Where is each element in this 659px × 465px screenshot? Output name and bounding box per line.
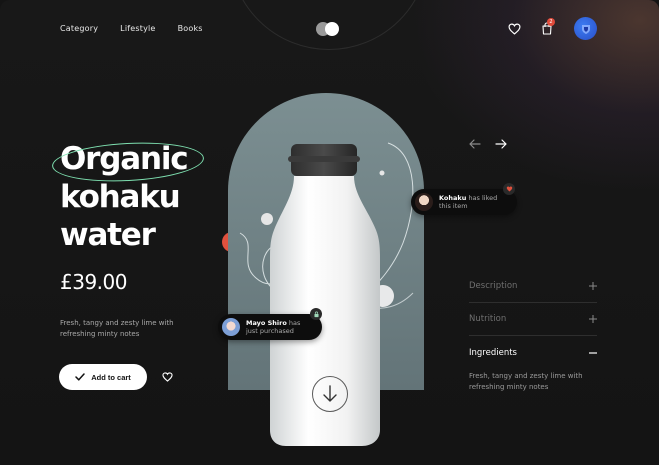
- bag-small-icon: [313, 311, 319, 317]
- accordion-description[interactable]: Description: [469, 270, 597, 303]
- plus-icon: [589, 282, 597, 290]
- avatar-kohaku: [415, 193, 433, 211]
- avatar-shield-icon: [581, 24, 590, 34]
- title-line-kohaku: kohaku: [60, 179, 181, 215]
- purchase-badge: [310, 308, 322, 320]
- heart-icon: [507, 23, 521, 35]
- user-avatar[interactable]: [574, 17, 597, 40]
- accordion-nutrition[interactable]: Nutrition: [469, 303, 597, 336]
- brand-logo[interactable]: [316, 22, 340, 36]
- heart-filled-icon: [506, 186, 512, 192]
- product-details-accordion: Description Nutrition Ingredients Fresh,…: [469, 270, 597, 393]
- previous-button[interactable]: [468, 138, 482, 150]
- notification-purchased-text: Mayo Shiro has just purchased: [246, 319, 312, 335]
- accordion-ingredients[interactable]: Ingredients: [469, 336, 597, 369]
- arrow-left-icon: [469, 139, 481, 149]
- product-description: Fresh, tangy and zesty lime with refresh…: [60, 319, 174, 338]
- add-to-cart-button[interactable]: Add to cart: [59, 364, 147, 390]
- avatar-mayo-shiro: [222, 318, 240, 336]
- liked-heart-badge: [503, 183, 515, 195]
- product-price: £39.00: [60, 270, 127, 294]
- title-line-water: water: [60, 217, 156, 253]
- arrow-down-icon: [323, 385, 337, 402]
- plus-icon: [589, 315, 597, 323]
- checkmark-icon: [75, 373, 85, 381]
- nav-item-lifestyle[interactable]: Lifestyle: [120, 24, 155, 33]
- logo-circle-right: [325, 22, 339, 36]
- accordion-label: Description: [469, 281, 518, 291]
- product-title: Organic kohaku water: [51, 139, 262, 254]
- notification-liked-text: Kohaku has liked this item: [439, 194, 507, 210]
- heart-icon: [161, 372, 173, 382]
- notification-liked: Kohaku has liked this item: [411, 189, 517, 215]
- notification-user-name: Mayo Shiro: [246, 319, 287, 327]
- scroll-down-button[interactable]: [312, 376, 348, 412]
- wishlist-button[interactable]: [507, 22, 521, 36]
- next-button[interactable]: [494, 138, 508, 150]
- accordion-ingredients-body: Fresh, tangy and zesty lime with refresh…: [469, 372, 583, 391]
- notification-purchased: Mayo Shiro has just purchased: [218, 314, 322, 340]
- product-page: Category Lifestyle Books 2 Organic kohak…: [0, 0, 659, 465]
- notification-user-name: Kohaku: [439, 194, 467, 202]
- minus-icon: [589, 351, 597, 354]
- main-nav: Category Lifestyle Books: [60, 24, 203, 33]
- nav-item-category[interactable]: Category: [60, 24, 98, 33]
- add-to-cart-label: Add to cart: [91, 372, 131, 382]
- favorite-button[interactable]: [161, 371, 173, 383]
- arrow-right-icon: [495, 139, 507, 149]
- nav-item-books[interactable]: Books: [178, 24, 203, 33]
- accordion-label: Ingredients: [469, 347, 517, 358]
- cart-count-badge: 2: [547, 18, 555, 26]
- accordion-label: Nutrition: [469, 314, 507, 324]
